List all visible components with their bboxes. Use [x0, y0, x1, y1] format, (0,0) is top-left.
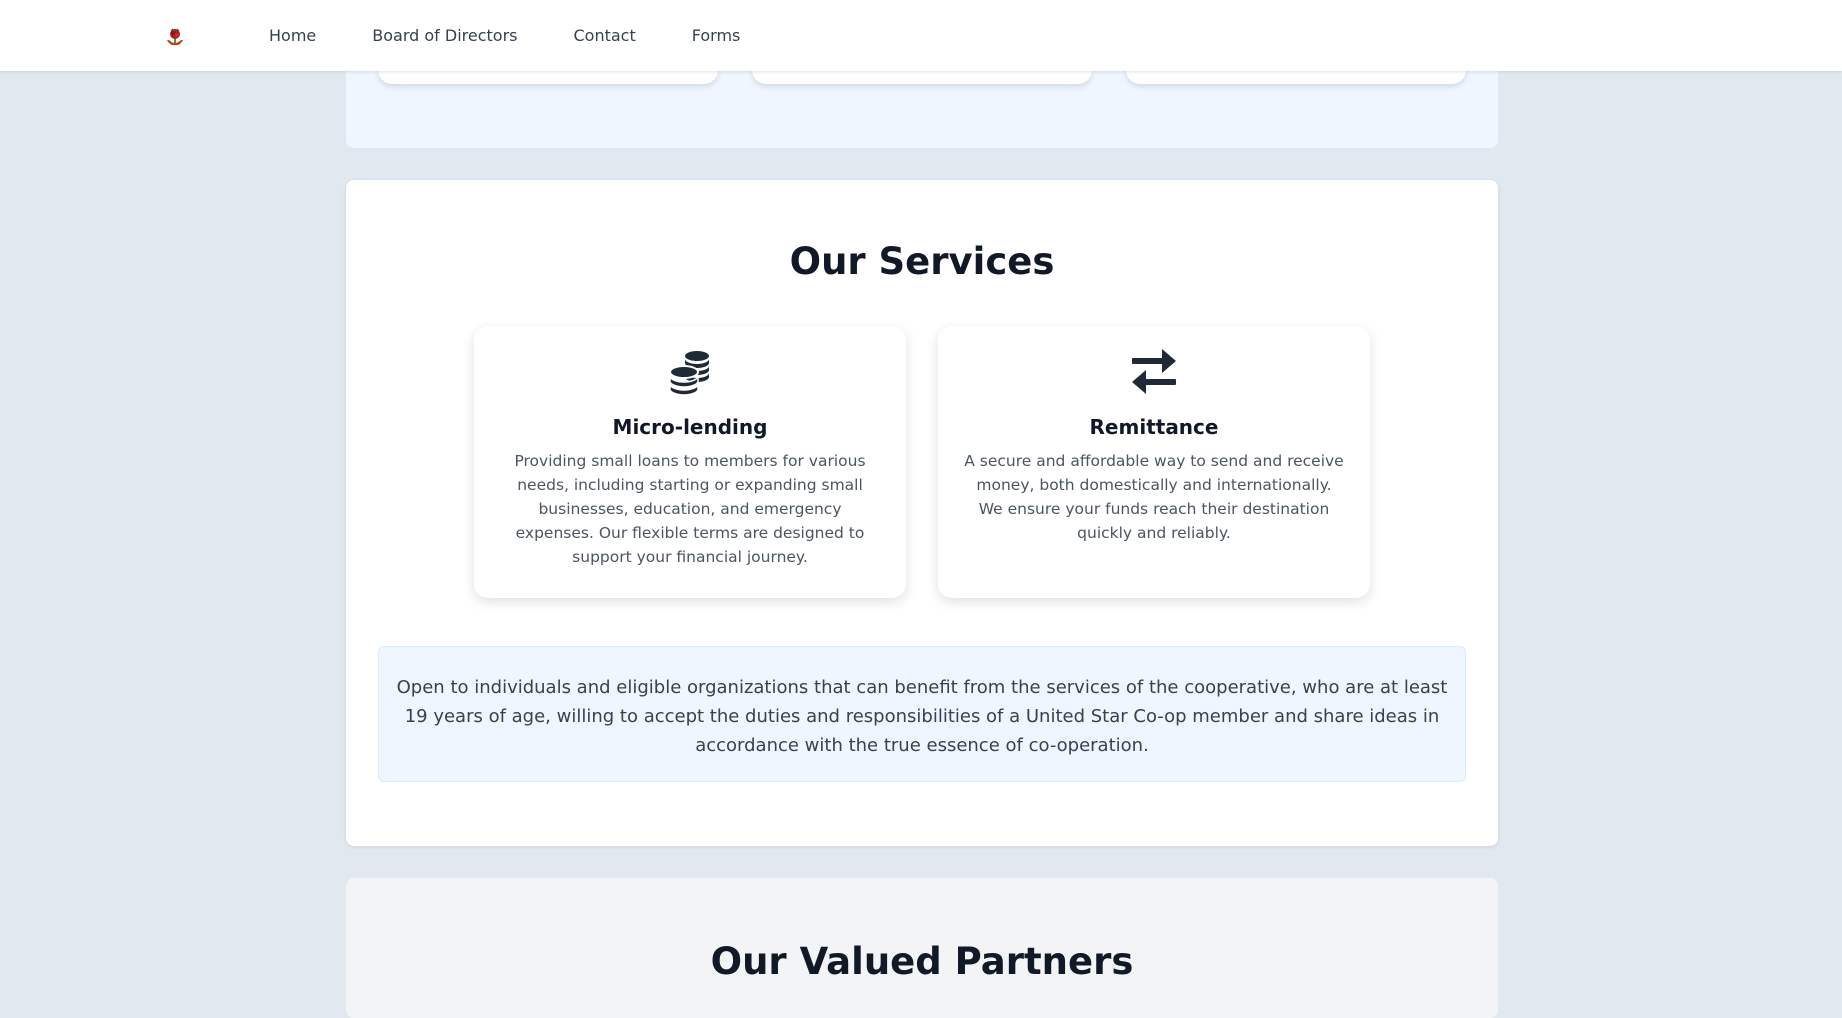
nav-home-link[interactable]: Home [269, 26, 316, 45]
rose-hands-logo-icon[interactable] [165, 27, 185, 49]
services-title: Our Services [789, 240, 1055, 283]
membership-eligibility-note: Open to individuals and eligible organiz… [378, 646, 1466, 782]
coins-icon [474, 346, 906, 398]
top-navbar: Home Board of Directors Contact Forms [0, 0, 1842, 71]
service-title: Remittance [1089, 415, 1219, 439]
service-description: Providing small loans to members for var… [514, 452, 866, 566]
nav-forms-link[interactable]: Forms [692, 26, 741, 45]
nav-board-of-directors-link[interactable]: Board of Directors [372, 26, 517, 45]
nav-links: Home Board of Directors Contact Forms [269, 0, 740, 71]
services-section: Our Services Micro-lending Providing sma… [346, 180, 1498, 846]
partners-section: Our Valued Partners [346, 878, 1498, 1018]
service-title: Micro-lending [612, 415, 768, 439]
service-description: A secure and affordable way to send and … [964, 452, 1344, 542]
service-card-micro-lending: Micro-lending Providing small loans to m… [474, 326, 906, 598]
partners-title: Our Valued Partners [710, 940, 1134, 983]
service-card-remittance: Remittance A secure and affordable way t… [938, 326, 1370, 598]
nav-contact-link[interactable]: Contact [573, 26, 635, 45]
exchange-arrows-icon [938, 346, 1370, 398]
